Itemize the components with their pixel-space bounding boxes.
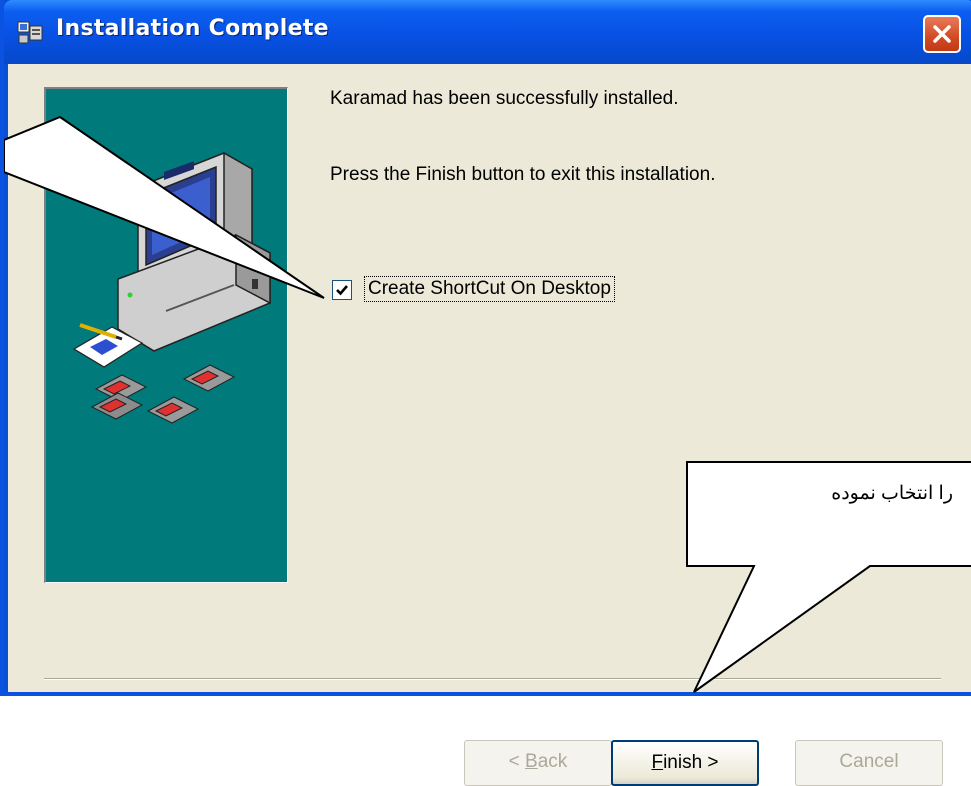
install-success-message: Karamad has been successfully installed. (330, 88, 679, 109)
finish-button[interactable]: Finish > (611, 740, 759, 786)
window-title: Installation Complete (56, 16, 329, 41)
computer-illustration (72, 151, 271, 424)
finish-instruction-message: Press the Finish button to exit this ins… (330, 164, 716, 185)
dialog-body: Karamad has been successfully installed.… (8, 64, 971, 786)
shortcut-checkbox-label[interactable]: Create ShortCut On Desktop (364, 276, 615, 302)
checkmark-icon (336, 285, 348, 296)
button-separator (44, 678, 941, 680)
installer-window: Installation Complete Karamad has been s… (0, 0, 971, 786)
back-button[interactable]: < Back (464, 740, 612, 786)
shortcut-checkbox[interactable] (332, 280, 352, 300)
wizard-side-panel (44, 87, 288, 583)
cancel-button[interactable]: Cancel (795, 740, 943, 786)
installer-icon (16, 20, 44, 46)
title-bar[interactable]: Installation Complete (4, 0, 971, 64)
close-icon (933, 25, 951, 43)
callout-text: را انتخاب نموده (831, 483, 953, 504)
close-button[interactable] (923, 15, 961, 53)
